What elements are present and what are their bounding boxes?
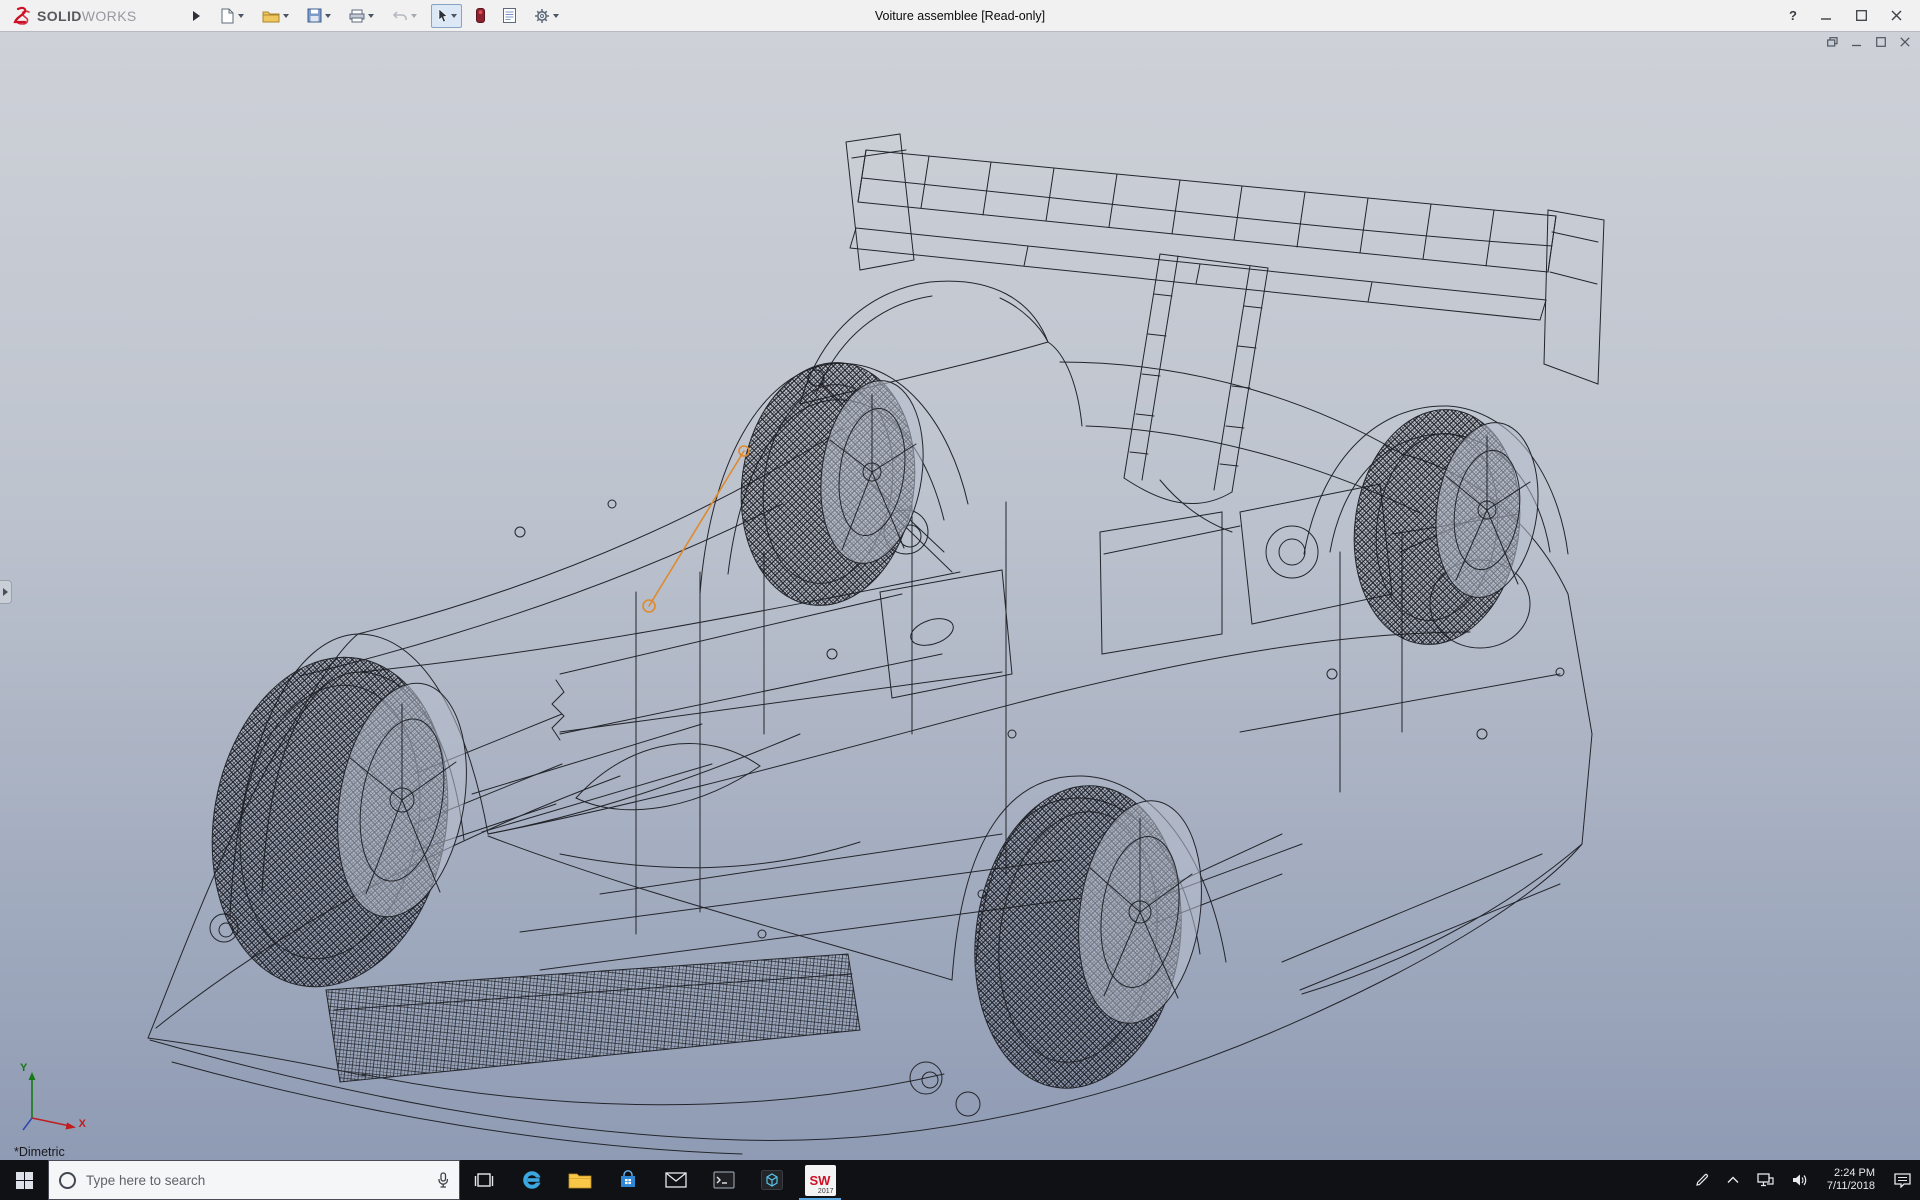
doc-maximize-button[interactable]	[1876, 37, 1886, 47]
graphics-area[interactable]: Y X *Dimetric	[0, 32, 1920, 1160]
orientation-triad: Y X	[18, 1064, 92, 1138]
taskbar-clock[interactable]: 2:24 PM 7/11/2018	[1819, 1167, 1883, 1193]
select-cursor-icon	[436, 8, 448, 24]
options-gear-icon	[534, 8, 550, 24]
start-button[interactable]	[0, 1160, 48, 1200]
new-document-icon	[220, 8, 235, 24]
system-tray: 2:24 PM 7/11/2018	[1688, 1160, 1920, 1200]
taskbar: SW 2017 2:24 PM 7/11/2018	[0, 1160, 1920, 1200]
doc-close-icon	[1900, 37, 1910, 47]
file-explorer-button[interactable]	[556, 1160, 604, 1200]
volume-button[interactable]	[1785, 1160, 1815, 1200]
front-left-wheel[interactable]	[187, 638, 484, 1005]
file-explorer-icon	[568, 1171, 592, 1189]
solidworks-logo: SOLIDWORKS	[10, 6, 185, 26]
rebuild-button[interactable]	[472, 5, 489, 26]
triad-x-label: X	[79, 1118, 86, 1130]
minimize-icon	[1821, 10, 1832, 21]
wireframe-car-model[interactable]	[0, 32, 1920, 1160]
edge-button[interactable]	[508, 1160, 556, 1200]
mail-button[interactable]	[652, 1160, 700, 1200]
doc-close-button[interactable]	[1900, 37, 1910, 47]
network-icon	[1757, 1173, 1774, 1187]
microphone-icon[interactable]	[437, 1172, 449, 1189]
view-orientation-label: *Dimetric	[14, 1145, 65, 1159]
cube-app-button[interactable]	[748, 1160, 796, 1200]
sw-badge-year: 2017	[818, 1188, 834, 1195]
featuremanager-flyout-arrow[interactable]	[0, 580, 12, 604]
dropdown-caret-icon[interactable]	[411, 14, 417, 18]
search-input[interactable]	[86, 1173, 427, 1188]
clock-time: 2:24 PM	[1827, 1167, 1875, 1180]
file-properties-button[interactable]	[499, 5, 520, 26]
mail-icon	[665, 1172, 687, 1188]
save-icon	[307, 8, 322, 23]
taskbar-search[interactable]	[48, 1160, 460, 1200]
open-icon	[262, 9, 280, 23]
tray-overflow-button[interactable]	[1720, 1160, 1746, 1200]
store-button[interactable]	[604, 1160, 652, 1200]
brand-light: WORKS	[82, 8, 137, 24]
dropdown-caret-icon[interactable]	[553, 14, 559, 18]
clock-date: 7/11/2018	[1827, 1180, 1875, 1193]
sw-badge: SW	[810, 1174, 831, 1187]
standard-toolbar	[216, 4, 563, 28]
options-button[interactable]	[530, 5, 563, 27]
file-properties-icon	[503, 8, 516, 23]
store-icon	[618, 1170, 638, 1190]
document-title: Voiture assemblee [Read-only]	[875, 9, 1045, 23]
doc-minimize-icon	[1852, 37, 1862, 47]
task-view-button[interactable]	[460, 1160, 508, 1200]
pen-icon	[1695, 1173, 1709, 1187]
front-grille-mesh[interactable]	[326, 954, 860, 1082]
tray-chevron-icon	[1727, 1176, 1739, 1184]
close-button[interactable]	[1891, 10, 1902, 21]
doc-maximize-icon	[1876, 37, 1886, 47]
print-button[interactable]	[345, 6, 378, 26]
maximize-icon	[1856, 10, 1867, 21]
solidworks-app-button[interactable]: SW 2017	[796, 1160, 844, 1200]
doc-minimize-button[interactable]	[1852, 37, 1862, 47]
new-document-button[interactable]	[216, 5, 248, 27]
print-icon	[349, 9, 365, 23]
doc-restore-button[interactable]	[1827, 37, 1838, 47]
network-button[interactable]	[1750, 1160, 1781, 1200]
front-right-wheel[interactable]	[726, 351, 934, 617]
select-tool-button[interactable]	[431, 4, 462, 28]
action-center-icon	[1894, 1173, 1911, 1188]
cortana-icon[interactable]	[59, 1172, 76, 1189]
solidworks-app-icon: SW 2017	[805, 1165, 836, 1196]
document-window-controls	[1827, 37, 1910, 47]
dropdown-caret-icon[interactable]	[368, 14, 374, 18]
start-icon	[16, 1172, 33, 1189]
maximize-button[interactable]	[1856, 10, 1867, 21]
titlebar: SOLIDWORKS	[0, 0, 1920, 32]
help-button[interactable]: ?	[1789, 8, 1797, 23]
dropdown-caret-icon[interactable]	[325, 14, 331, 18]
volume-icon	[1792, 1173, 1808, 1187]
cube-app-icon	[761, 1170, 783, 1190]
flyout-arrow-icon[interactable]	[193, 11, 200, 21]
dropdown-caret-icon[interactable]	[451, 14, 457, 18]
action-center-button[interactable]	[1887, 1160, 1918, 1200]
open-button[interactable]	[258, 6, 293, 26]
pen-workspace-button[interactable]	[1688, 1160, 1716, 1200]
save-button[interactable]	[303, 5, 335, 26]
doc-restore-icon	[1827, 37, 1838, 47]
task-view-icon	[474, 1172, 494, 1188]
undo-icon	[392, 10, 408, 22]
triad-y-label: Y	[20, 1062, 27, 1074]
window-controls: ?	[1789, 8, 1910, 23]
brand-bold: SOLID	[37, 8, 82, 24]
rebuild-icon	[476, 8, 485, 23]
command-prompt-button[interactable]	[700, 1160, 748, 1200]
command-prompt-icon	[713, 1171, 735, 1189]
minimize-button[interactable]	[1821, 10, 1832, 21]
dropdown-caret-icon[interactable]	[283, 14, 289, 18]
undo-button[interactable]	[388, 7, 421, 25]
dropdown-caret-icon[interactable]	[238, 14, 244, 18]
edge-icon	[521, 1169, 543, 1191]
close-icon	[1891, 10, 1902, 21]
solidworks-logo-mark	[10, 6, 32, 26]
